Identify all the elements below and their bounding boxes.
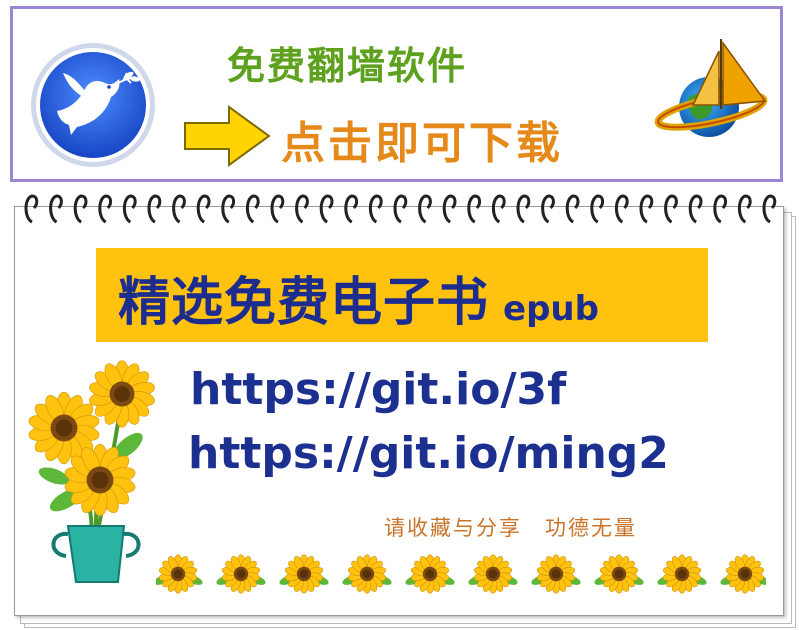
spiral-coil <box>737 194 752 224</box>
spiral-coil <box>270 194 285 224</box>
sunflower-icon <box>342 554 392 594</box>
dove-icon[interactable] <box>27 39 159 171</box>
globe-sailboat-icon[interactable] <box>653 31 773 151</box>
spiral-coil <box>614 194 629 224</box>
spiral-coil <box>344 194 359 224</box>
spiral-coil <box>319 194 334 224</box>
arrow-right-icon <box>184 105 271 167</box>
vpn-title: 免费翻墙软件 <box>227 44 468 88</box>
spiral-coil <box>73 194 88 224</box>
sunflower-icon <box>594 554 644 594</box>
spiral-coil <box>713 194 728 224</box>
spiral-coil <box>245 194 260 224</box>
spiral-coil <box>590 194 605 224</box>
spiral-coil <box>368 194 383 224</box>
sunflower-icon <box>216 554 266 594</box>
spiral-coil <box>442 194 457 224</box>
spiral-coil <box>295 194 309 224</box>
ebook-title: 精选免费电子书 epub <box>118 260 599 335</box>
download-banner[interactable]: 免费翻墙软件 点击即可下载 <box>10 6 783 182</box>
spiral-coil <box>49 194 63 224</box>
download-link-text[interactable]: 点击即可下载 <box>281 107 563 171</box>
sunflower-icon <box>405 554 455 594</box>
spiral-coil <box>762 194 777 224</box>
sunflower-icon <box>531 554 581 594</box>
spiral-coil <box>541 194 555 224</box>
link-3f[interactable]: https://git.io/3f <box>190 364 566 415</box>
ebook-title-text: 精选免费电子书 <box>118 273 490 333</box>
spiral-coil <box>639 194 654 224</box>
sunflower-icon <box>657 554 707 594</box>
sunflower-border <box>156 554 766 594</box>
spiral-coil <box>467 194 482 224</box>
spiral-coil <box>393 194 408 224</box>
sunflower-vase-icon <box>28 360 155 583</box>
spiral-coil <box>196 194 211 224</box>
spiral-coil <box>565 194 580 224</box>
spiral-coil <box>221 194 236 224</box>
spiral-coil <box>688 194 703 224</box>
sunflower-icon <box>720 554 766 594</box>
sunflower-icon <box>468 554 518 594</box>
spiral-coil <box>24 194 39 224</box>
spiral-coil <box>172 194 186 224</box>
spiral-coil <box>516 194 531 224</box>
sunflower-icon <box>156 554 203 594</box>
spiral-binding <box>24 194 777 224</box>
spiral-coil <box>122 194 137 224</box>
ebook-banner: 精选免费电子书 epub <box>96 248 708 342</box>
spiral-coil <box>664 194 678 224</box>
spiral-coil <box>491 194 506 224</box>
link-ming2[interactable]: https://git.io/ming2 <box>188 428 669 479</box>
share-note: 请收藏与分享 功德无量 <box>384 516 637 540</box>
ebook-format: epub <box>503 289 599 329</box>
spiral-coil <box>418 194 432 224</box>
spiral-coil <box>147 194 162 224</box>
spiral-coil <box>98 194 113 224</box>
sunflower-icon <box>279 554 329 594</box>
